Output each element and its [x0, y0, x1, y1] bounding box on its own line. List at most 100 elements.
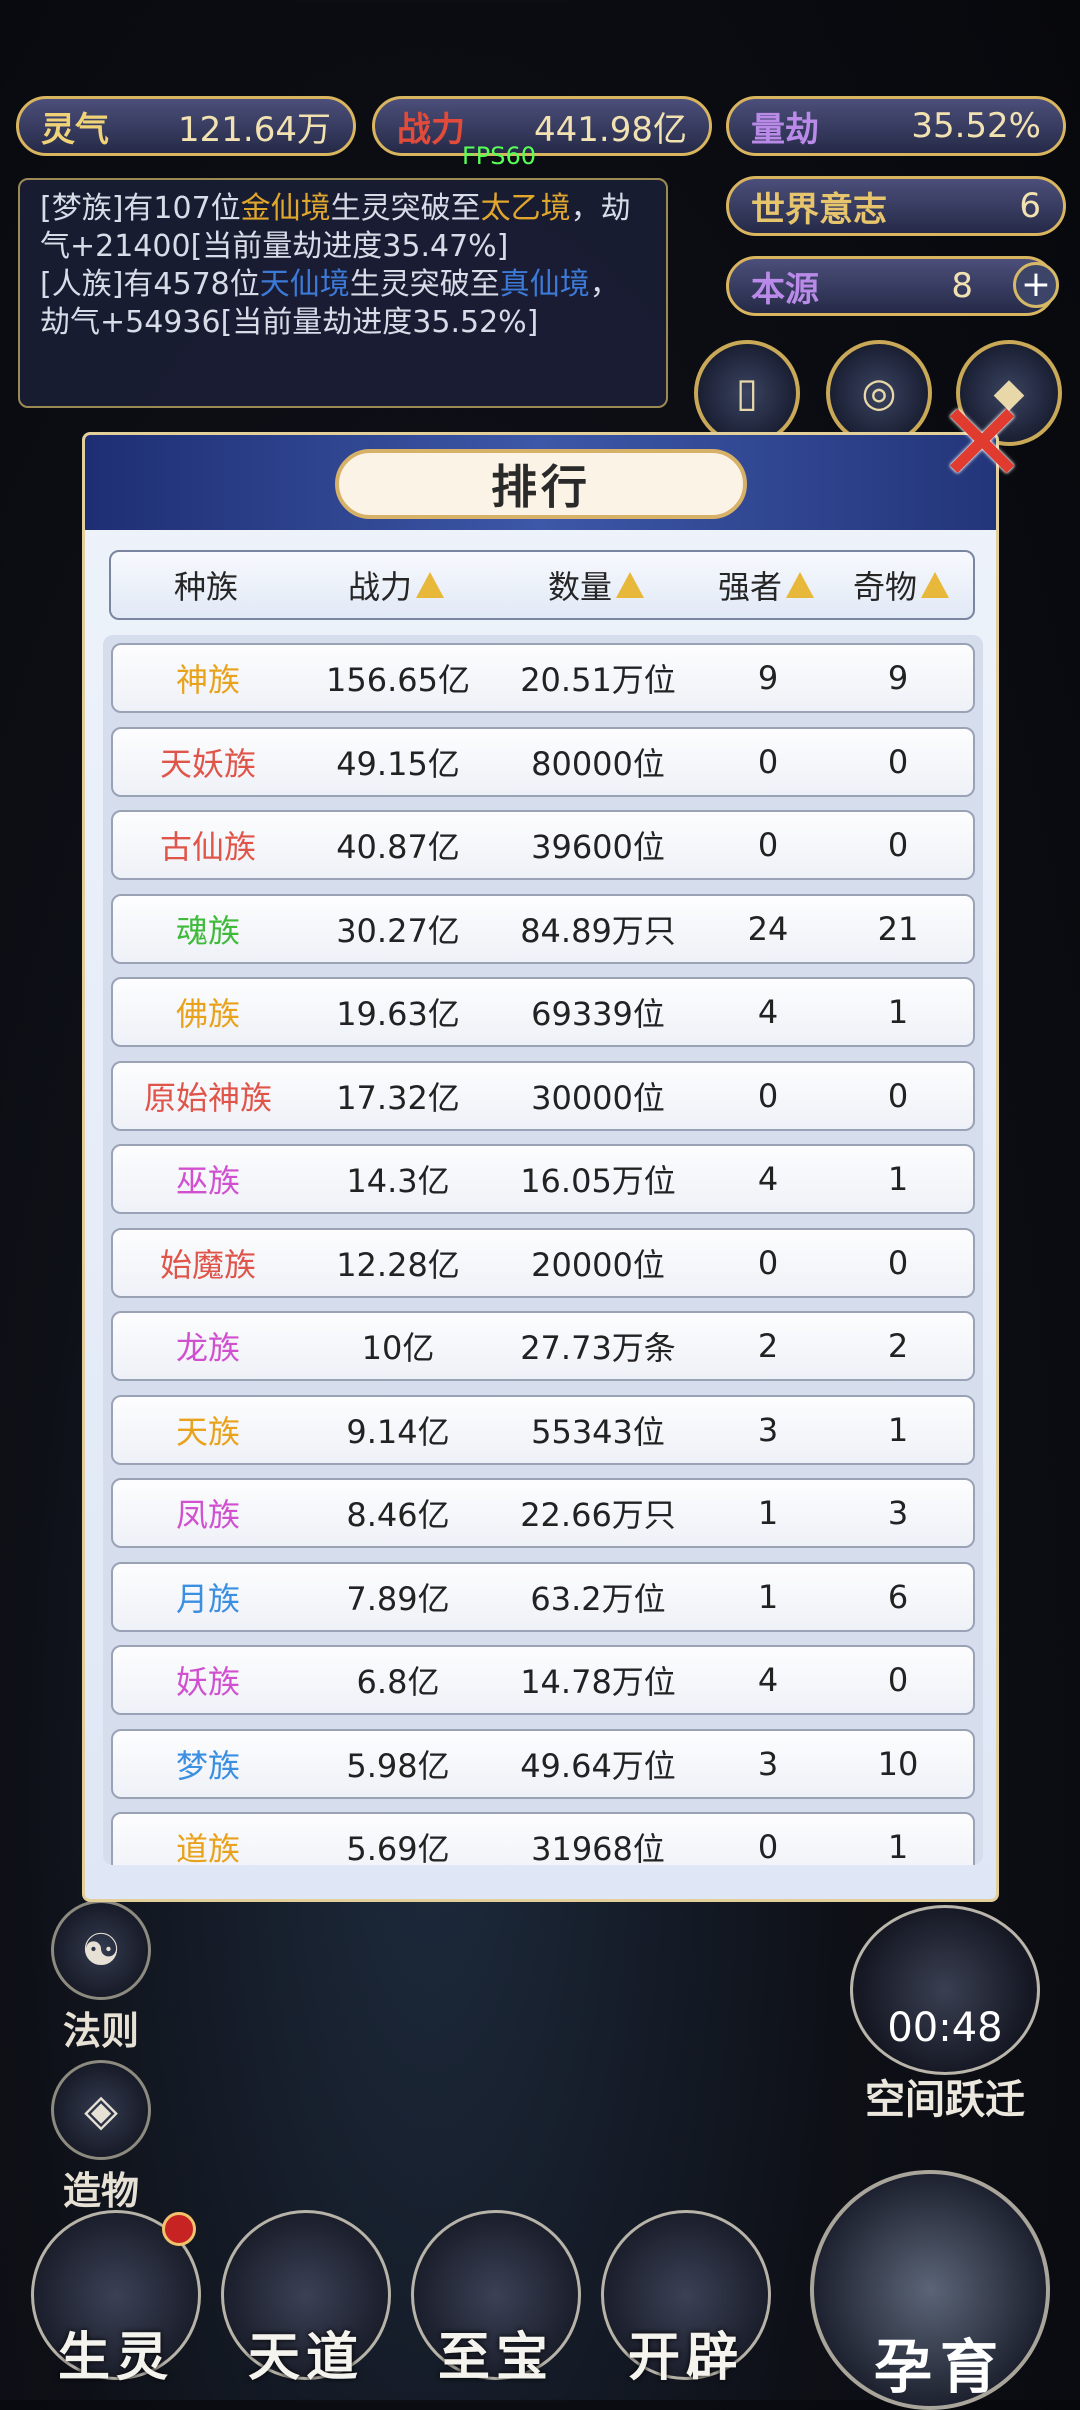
log-realm: 金仙境 [240, 191, 331, 226]
zhanli-stat: 战力 441.98亿 [372, 96, 712, 156]
strong-value: 3 [757, 1410, 779, 1449]
item-value: 0 [887, 826, 909, 864]
count-value: 39600位 [531, 828, 665, 866]
column-header-bar: 种族 战力 数量 强者 奇物 [109, 550, 975, 620]
race-name: 原始神族 [143, 1078, 272, 1117]
power-value: 6.8亿 [356, 1663, 440, 1701]
ranking-row[interactable]: 始魔族 12.28亿 20000位 0 0 [111, 1227, 975, 1298]
sort-count-button[interactable]: 数量 [491, 552, 701, 618]
side-rule-button[interactable]: ☯ 法则 [46, 1900, 156, 2055]
item-value: 9 [887, 659, 909, 697]
ranking-row[interactable]: 天族 9.14亿 55343位 3 1 [111, 1394, 975, 1465]
item-value: 0 [887, 1661, 909, 1699]
item-value: 6 [887, 1577, 909, 1616]
header-count-label: 数量 [547, 568, 612, 606]
item-value: 0 [887, 1243, 909, 1282]
count-value: 63.2万位 [530, 1579, 666, 1618]
sort-power-button[interactable]: 战力 [301, 552, 491, 618]
race-name: 梦族 [175, 1746, 240, 1785]
strong-value: 0 [757, 1828, 779, 1865]
item-value: 1 [887, 1410, 909, 1449]
space-jump-button[interactable]: 00:48 空间跃迁 [840, 1905, 1050, 2125]
origin-label: 本源 [751, 269, 819, 310]
nav-yun-yu[interactable]: 孕育 [810, 2170, 1070, 2410]
power-value: 19.63亿 [336, 995, 460, 1033]
strong-value: 0 [757, 826, 779, 864]
nav-kai-pi-label: 开辟 [627, 2328, 744, 2388]
notification-dot [162, 2212, 196, 2246]
ranking-dialog: 排行 种族 战力 数量 强者 奇物 神族 156.65亿 20.51万位 9 9 天妖族 4… [82, 432, 999, 1902]
item-value: 2 [887, 1327, 909, 1365]
item-value: 0 [887, 1076, 909, 1115]
ranking-row[interactable]: 道族 5.69亿 31968位 0 1 [111, 1812, 975, 1865]
side-rule-label: 法则 [62, 2009, 139, 2053]
count-value: 84.89万只 [520, 911, 676, 950]
ranking-row[interactable]: 原始神族 17.32亿 30000位 0 0 [111, 1060, 975, 1131]
strong-value: 3 [757, 1744, 779, 1783]
space-jump-label: 空间跃迁 [865, 2077, 1025, 2123]
race-name: 巫族 [175, 1162, 240, 1200]
ranking-row[interactable]: 魂族 30.27亿 84.89万只 24 21 [111, 893, 975, 964]
ranking-list[interactable]: 神族 156.65亿 20.51万位 9 9 天妖族 49.15亿 80000位 0 0 古仙族 4 0… [103, 635, 983, 1865]
sort-arrow-icon [416, 572, 444, 598]
close-icon[interactable]: ✕ [936, 388, 1028, 498]
power-value: 12.28亿 [336, 1245, 460, 1284]
strong-value: 0 [757, 1243, 779, 1282]
ranking-row[interactable]: 凤族 8.46亿 22.66万只 1 3 [111, 1478, 975, 1548]
header-item-label: 奇物 [852, 568, 917, 606]
sort-item-button[interactable]: 奇物 [831, 552, 971, 618]
nav-tian-dao[interactable]: 天道 [216, 2210, 396, 2400]
ranking-row[interactable]: 妖族 6.8亿 14.78万位 4 0 [111, 1645, 975, 1715]
log-line-2: [人族]有4578位天仙境生灵突破至真仙境，劫气+54936[当前量劫进度35.… [40, 266, 646, 342]
sort-strong-button[interactable]: 强者 [701, 552, 831, 618]
sort-arrow-icon [786, 572, 814, 598]
ranking-row[interactable]: 梦族 5.98亿 49.64万位 3 10 [111, 1728, 975, 1799]
origin-value: 8 [951, 266, 973, 306]
log-line-1: [梦族]有107位金仙境生灵突破至太乙境，劫气+21400[当前量劫进度35.4… [40, 190, 646, 266]
ranking-row[interactable]: 佛族 19.63亿 69339位 4 1 [111, 977, 975, 1047]
race-name: 龙族 [175, 1329, 240, 1367]
power-value: 8.46亿 [346, 1496, 450, 1534]
ranking-row[interactable]: 龙族 10亿 27.73万条 2 2 [111, 1311, 975, 1381]
power-value: 49.15亿 [336, 744, 460, 783]
race-name: 神族 [175, 661, 240, 699]
ranking-row[interactable]: 月族 7.89亿 63.2万位 1 6 [111, 1561, 975, 1632]
item-value: 1 [887, 993, 909, 1031]
race-name: 古仙族 [159, 828, 256, 866]
race-name: 魂族 [175, 911, 240, 950]
ranking-row[interactable]: 巫族 14.3亿 16.05万位 4 1 [111, 1144, 975, 1214]
strong-value: 4 [757, 993, 779, 1031]
sort-arrow-icon [616, 572, 644, 598]
world-will-stat[interactable]: 世界意志 6 [726, 176, 1066, 236]
log-realm: 真仙境 [499, 267, 590, 302]
world-will-label: 世界意志 [751, 189, 887, 230]
scroll-icon[interactable]: ▯ [694, 340, 800, 446]
side-create-label: 造物 [62, 2169, 139, 2213]
ranking-row[interactable]: 古仙族 40.87亿 39600位 0 0 [111, 810, 975, 880]
nav-kai-pi[interactable]: 开辟 [596, 2210, 776, 2400]
add-origin-button[interactable]: + [1013, 262, 1059, 308]
strong-value: 1 [757, 1577, 779, 1616]
power-value: 17.32亿 [336, 1078, 460, 1117]
side-create-button[interactable]: ◈ 造物 [46, 2060, 156, 2215]
ranking-row[interactable]: 神族 156.65亿 20.51万位 9 9 [111, 643, 975, 713]
nav-zhi-bao-label: 至宝 [437, 2328, 554, 2388]
race-name: 道族 [175, 1830, 240, 1865]
race-name: 佛族 [175, 995, 240, 1033]
nav-zhi-bao[interactable]: 至宝 [406, 2210, 586, 2400]
zhanli-label: 战力 [397, 109, 465, 150]
ranking-row[interactable]: 天妖族 49.15亿 80000位 0 0 [111, 726, 975, 797]
liangjie-label: 量劫 [751, 109, 819, 150]
power-value: 5.98亿 [346, 1746, 450, 1785]
count-value: 49.64万位 [520, 1746, 676, 1785]
header-power-label: 战力 [347, 568, 412, 606]
strong-value: 4 [757, 1661, 779, 1699]
power-value: 30.27亿 [336, 911, 460, 950]
item-value: 21 [877, 909, 919, 948]
power-value: 5.69亿 [346, 1830, 450, 1865]
event-log: [梦族]有107位金仙境生灵突破至太乙境，劫气+21400[当前量劫进度35.4… [18, 178, 668, 408]
strong-value: 0 [757, 1076, 779, 1115]
liangjie-stat[interactable]: 量劫 35.52% [726, 96, 1066, 156]
gate-icon[interactable]: ◎ [826, 340, 932, 446]
race-name: 妖族 [175, 1663, 240, 1701]
